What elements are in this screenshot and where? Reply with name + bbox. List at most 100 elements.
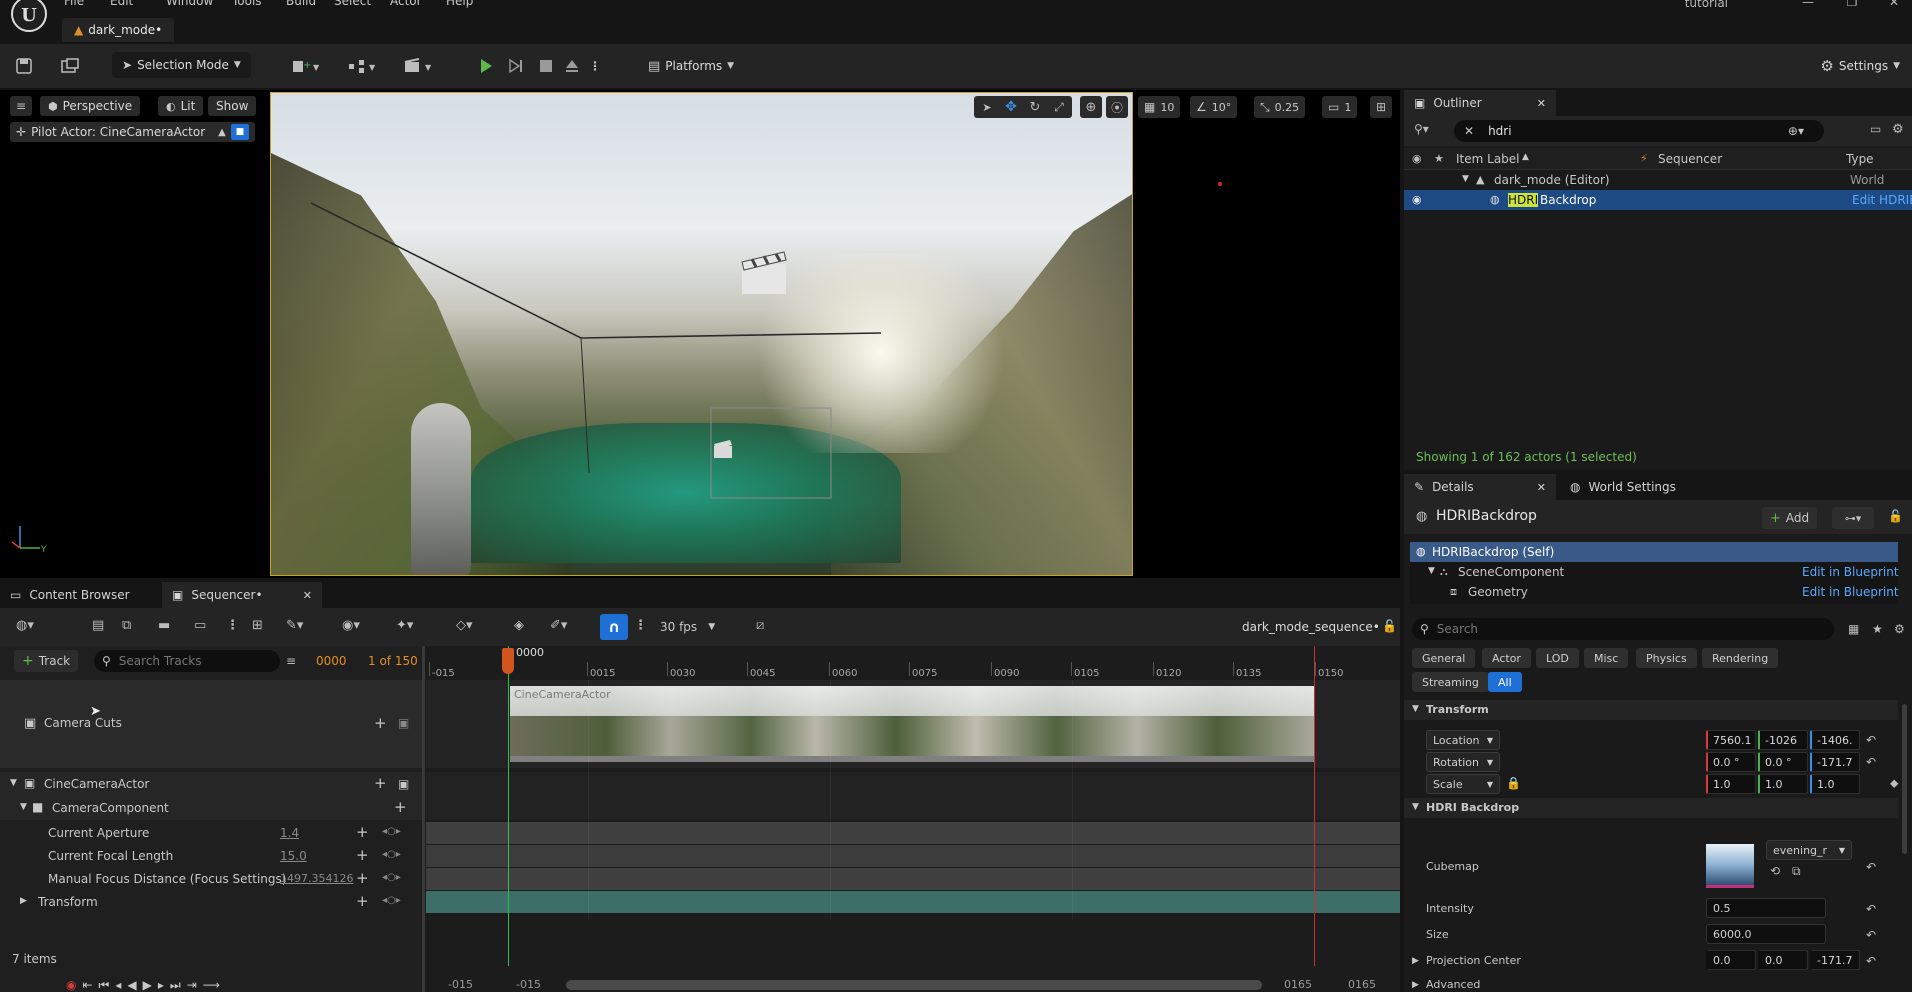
auto-key-icon[interactable]: ◈: [514, 618, 524, 633]
transform-section-header[interactable]: ▼ Transform: [1404, 700, 1898, 720]
reset-intensity-icon[interactable]: ↶: [1866, 902, 1876, 916]
blueprint-options-icon[interactable]: ⊶▾: [1832, 507, 1874, 529]
play-icon[interactable]: [474, 56, 498, 76]
track-focus-distance[interactable]: Manual Focus Distance (Focus Settings) 1…: [0, 868, 424, 890]
lock-icon[interactable]: 🔓: [1888, 509, 1903, 523]
add-key-icon[interactable]: +: [356, 823, 369, 841]
cubemap-asset-dropdown[interactable]: evening_r ▼: [1766, 840, 1852, 860]
surface-snap-icon[interactable]: ⦿: [1106, 96, 1128, 118]
select-tool-icon[interactable]: ➤: [976, 97, 998, 117]
cinematics-icon[interactable]: ▼: [400, 56, 436, 76]
scale-y-field[interactable]: 1.0: [1758, 774, 1808, 794]
filter-general[interactable]: General: [1412, 648, 1476, 668]
edit-in-blueprint-link[interactable]: Edit in Blueprint: [1802, 585, 1899, 599]
lock-sequence-icon[interactable]: 🔓: [1382, 619, 1397, 633]
wrench-icon[interactable]: ✎▾: [286, 618, 303, 633]
aperture-value[interactable]: 1.4: [280, 826, 299, 840]
filter-icon[interactable]: ⚲▾: [1414, 122, 1429, 136]
projection-x-field[interactable]: 0.0: [1706, 950, 1756, 970]
rotation-x-field[interactable]: 0.0 °: [1706, 752, 1756, 772]
details-scrollbar[interactable]: [1902, 704, 1907, 854]
more-options-icon[interactable]: ⋮: [226, 618, 239, 633]
use-selected-icon[interactable]: ⧉: [1792, 864, 1801, 879]
reset-projection-icon[interactable]: ↶: [1866, 954, 1876, 968]
fps-dropdown[interactable]: 30 fps ▼: [660, 617, 715, 637]
cubemap-thumbnail[interactable]: [1706, 844, 1754, 888]
render-movie-icon[interactable]: ▬: [158, 618, 170, 633]
track-transform[interactable]: ▶ Transform + ◂○▸: [0, 891, 424, 913]
close-tab-icon[interactable]: ✕: [1537, 97, 1546, 110]
component-self-row[interactable]: ◍ HDRIBackdrop (Self): [1410, 542, 1898, 562]
tab-outliner[interactable]: ▣ Outliner ✕: [1404, 90, 1556, 116]
tab-sequencer[interactable]: ▣ Sequencer• ✕: [162, 582, 322, 608]
show-button[interactable]: Show: [208, 96, 257, 116]
key-navigation-icon[interactable]: ◂○▸: [382, 826, 401, 837]
menu-help[interactable]: Help: [446, 0, 486, 8]
timeline-scrollbar[interactable]: [566, 980, 1262, 990]
add-key-icon[interactable]: +: [374, 774, 387, 792]
reset-rotation-icon[interactable]: ↶: [1866, 755, 1876, 769]
scale-extra-icon[interactable]: ⬥: [1890, 776, 1898, 791]
track-current-aperture[interactable]: Current Aperture 1.4 + ◂○▸: [0, 822, 424, 844]
browse-asset-icon[interactable]: ⟲: [1770, 864, 1780, 878]
key-navigation-icon[interactable]: ◂○▸: [382, 895, 401, 906]
favorites-icon[interactable]: ★: [1872, 622, 1883, 636]
rotation-z-field[interactable]: -171.7: [1810, 752, 1860, 772]
outliner-row-world[interactable]: ▼ ▲ dark_mode (Editor) World: [1404, 170, 1912, 190]
add-key-icon[interactable]: +: [394, 798, 407, 816]
menu-edit[interactable]: Edit: [110, 0, 166, 8]
track-camera-cuts[interactable]: ▣ Camera Cuts + ▣: [0, 680, 424, 768]
reset-cubemap-icon[interactable]: ↶: [1866, 860, 1876, 874]
filter-tracks-icon[interactable]: ≡: [286, 654, 296, 668]
scale-z-field[interactable]: 1.0: [1810, 774, 1860, 794]
filter-streaming[interactable]: Streaming: [1412, 672, 1489, 692]
filter-misc[interactable]: Misc: [1584, 648, 1629, 668]
more-options-icon[interactable]: ⋮: [588, 56, 602, 76]
outliner-search-input[interactable]: ✕ hdri ⊕▾: [1454, 120, 1824, 142]
col-sequencer[interactable]: Sequencer: [1658, 152, 1722, 166]
viewport-menu-icon[interactable]: ≡: [10, 96, 32, 116]
add-key-icon[interactable]: +: [356, 892, 369, 910]
camera-cut-clip[interactable]: CineCameraActor: [510, 686, 1314, 762]
col-item-label[interactable]: Item Label: [1456, 152, 1520, 166]
expand-arrow-icon[interactable]: ▶: [1412, 980, 1419, 990]
rotation-snap-button[interactable]: ∠ 10°: [1190, 96, 1238, 118]
reset-size-icon[interactable]: ↶: [1866, 928, 1876, 942]
focal-length-value[interactable]: 15.0: [280, 849, 307, 863]
play-forward-icon[interactable]: ▶: [143, 978, 152, 992]
filter-lod[interactable]: LOD: [1536, 648, 1579, 668]
key-navigation-icon[interactable]: ◂○▸: [382, 872, 401, 883]
add-filter-icon[interactable]: ⊕▾: [1788, 124, 1804, 138]
expand-arrow-icon[interactable]: ▶: [20, 896, 27, 906]
bake-icon[interactable]: ⊞: [252, 618, 263, 633]
close-tab-icon[interactable]: ✕: [1537, 481, 1546, 494]
play-reverse-icon[interactable]: ◀: [127, 978, 136, 992]
filter-physics[interactable]: Physics: [1636, 648, 1697, 668]
save-sequence-icon[interactable]: ▤: [92, 618, 104, 633]
col-type[interactable]: Type: [1846, 152, 1874, 166]
tab-details[interactable]: ✎ Details ✕: [1404, 474, 1556, 500]
actor-options-icon[interactable]: ▣: [398, 777, 409, 791]
location-y-field[interactable]: -1026: [1758, 730, 1808, 750]
keyframe-icon[interactable]: ◇▾: [456, 618, 473, 633]
filter-actor[interactable]: Actor: [1482, 648, 1531, 668]
playback-end-line[interactable]: [1314, 646, 1315, 966]
rotation-dropdown[interactable]: Rotation ▼: [1426, 752, 1500, 772]
component-scene-row[interactable]: ▼ ⛬ SceneComponent Edit in Blueprint: [1410, 562, 1899, 582]
component-geometry-row[interactable]: ⧈ Geometry Edit in Blueprint: [1410, 582, 1899, 602]
world-context-icon[interactable]: ◍▾: [16, 618, 34, 633]
lit-button[interactable]: ◐ Lit: [158, 96, 204, 116]
camera-view-icon[interactable]: ■: [230, 124, 249, 140]
expand-arrow-icon[interactable]: ▼: [1428, 566, 1435, 576]
view-options-icon[interactable]: ◉▾: [342, 618, 360, 633]
restore-icon[interactable]: ❐: [1840, 0, 1864, 10]
expand-arrow-icon[interactable]: ▼: [20, 802, 27, 812]
timeline-ruler[interactable]: -015 0015 0030 0045 0060 0075 0090 0105 …: [426, 646, 1400, 680]
selection-mode-button[interactable]: ➤ Selection Mode ▼: [112, 52, 251, 78]
minimize-icon[interactable]: —: [1796, 0, 1820, 10]
menu-build[interactable]: Build: [286, 0, 334, 8]
viewport[interactable]: ≡ ⬢ Perspective ◐ Lit Show ✛ Pilot Actor…: [0, 90, 1400, 578]
expand-arrow-icon[interactable]: ▶: [1412, 956, 1419, 966]
record-icon[interactable]: ◉: [66, 978, 76, 992]
close-tab-icon[interactable]: ✕: [303, 589, 312, 602]
